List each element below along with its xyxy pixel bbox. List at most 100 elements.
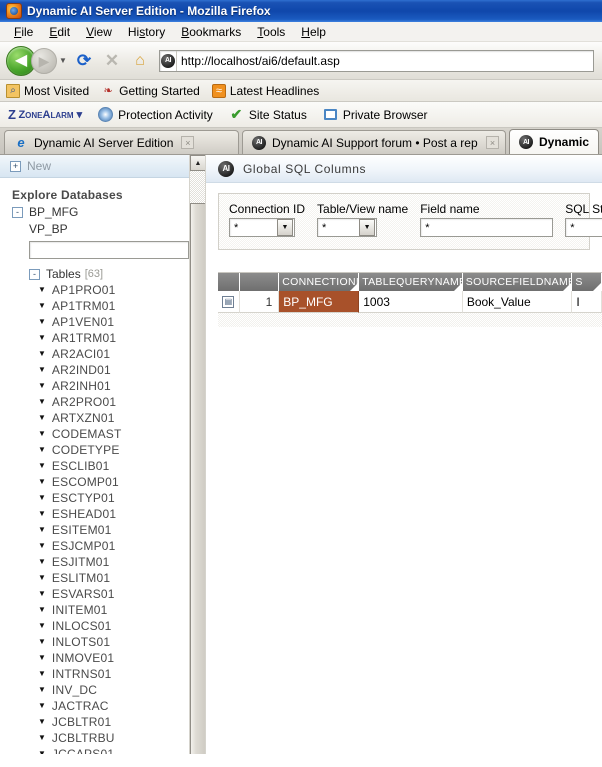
- table-view-name-select[interactable]: * ▼: [317, 218, 378, 237]
- chevron-down-icon[interactable]: ▼: [38, 590, 46, 598]
- sidebar-new-bar[interactable]: + New: [0, 155, 205, 178]
- chevron-down-icon[interactable]: ▼: [38, 318, 46, 326]
- bookmark-getting-started[interactable]: ❧ Getting Started: [101, 84, 200, 98]
- chevron-down-icon[interactable]: ▼: [38, 542, 46, 550]
- sidebar-item-table[interactable]: ▼ ESCLIB01: [38, 458, 205, 474]
- sidebar-item-table[interactable]: ▼ INLOTS01: [38, 634, 205, 650]
- chevron-down-icon[interactable]: ▼: [38, 334, 46, 342]
- chevron-down-icon[interactable]: ▼: [38, 286, 46, 294]
- scroll-up-arrow-icon[interactable]: ▲: [190, 155, 205, 171]
- sidebar-item-table[interactable]: ▼ AP1VEN01: [38, 314, 205, 330]
- sidebar-item-table[interactable]: ▼ JCBLTRBU: [38, 730, 205, 746]
- sidebar-item-table[interactable]: ▼ INTRNS01: [38, 666, 205, 682]
- chevron-down-icon[interactable]: ▼: [38, 750, 46, 755]
- chevron-down-icon[interactable]: ▾: [77, 108, 83, 121]
- chevron-down-icon[interactable]: ▼: [38, 526, 46, 534]
- home-icon[interactable]: ⌂: [127, 48, 153, 74]
- sidebar-item-table[interactable]: ▼ ESLITM01: [38, 570, 205, 586]
- menu-item-tools[interactable]: Tools: [249, 23, 293, 41]
- zonealarm-logo[interactable]: Z ZoneAlarm ▾: [8, 107, 82, 122]
- sidebar-item-table[interactable]: ▼ ESHEAD01: [38, 506, 205, 522]
- row-detail-cell[interactable]: ▤: [218, 291, 240, 313]
- sidebar-scrollbar[interactable]: ▲: [189, 155, 205, 754]
- chevron-down-icon[interactable]: ▼: [38, 654, 46, 662]
- connection-id-select[interactable]: * ▼: [229, 218, 295, 237]
- sidebar-item-database[interactable]: - BP_MFG: [12, 205, 205, 219]
- sidebar-item-table[interactable]: ▼ AR2ACI01: [38, 346, 205, 362]
- chevron-down-icon[interactable]: ▼: [38, 494, 46, 502]
- sidebar-item-table[interactable]: ▼ AP1PRO01: [38, 282, 205, 298]
- close-icon[interactable]: ×: [486, 136, 499, 149]
- stop-icon[interactable]: ✕: [99, 48, 125, 74]
- sidebar-item-table[interactable]: ▼ ESCTYP01: [38, 490, 205, 506]
- chevron-down-icon[interactable]: ▼: [38, 382, 46, 390]
- grid-header-sourcefieldname[interactable]: SOURCEFIELDNAME: [462, 273, 573, 291]
- close-icon[interactable]: ×: [181, 136, 195, 149]
- table-row[interactable]: ▤ 1 BP_MFG 1003 Book_Value I: [218, 291, 602, 313]
- grid-header-tablequeryname[interactable]: TABLEQUERYNAME: [359, 273, 463, 291]
- menu-item-view[interactable]: View: [78, 23, 120, 41]
- reload-icon[interactable]: ⟳: [71, 48, 97, 74]
- chevron-down-icon[interactable]: ▼: [359, 219, 376, 236]
- chevron-down-icon[interactable]: ▼: [38, 462, 46, 470]
- browser-tab-3[interactable]: AI Dynamic AI: [509, 129, 599, 154]
- sql-status-input[interactable]: *: [565, 218, 602, 237]
- chevron-down-icon[interactable]: ▼: [38, 574, 46, 582]
- browser-tab-2[interactable]: AI Dynamic AI Support forum • Post a rep…: [242, 130, 506, 154]
- sidebar-item-table[interactable]: ▼ JACTRAC: [38, 698, 205, 714]
- sidebar-item-table[interactable]: ▼ ESCOMP01: [38, 474, 205, 490]
- chevron-down-icon[interactable]: ▼: [38, 702, 46, 710]
- row-detail-icon[interactable]: ▤: [222, 295, 235, 308]
- chevron-down-icon[interactable]: ▼: [38, 366, 46, 374]
- sidebar-item-table[interactable]: ▼ AR2PRO01: [38, 394, 205, 410]
- chevron-down-icon[interactable]: ▼: [38, 430, 46, 438]
- menu-item-edit[interactable]: Edit: [41, 23, 78, 41]
- minus-icon[interactable]: -: [12, 206, 23, 218]
- chevron-down-icon[interactable]: ▼: [38, 414, 46, 422]
- chevron-down-icon[interactable]: ▼: [57, 56, 69, 65]
- chevron-down-icon[interactable]: ▼: [38, 398, 46, 406]
- chevron-down-icon[interactable]: ▼: [38, 510, 46, 518]
- sidebar-item-table[interactable]: ▼ INV_DC: [38, 682, 205, 698]
- browser-tab-1[interactable]: e Dynamic AI Server Edition ×: [4, 130, 239, 154]
- field-name-input[interactable]: *: [420, 218, 554, 237]
- sidebar-item-tables[interactable]: - Tables [63]: [29, 267, 205, 281]
- zonealarm-protection-activity[interactable]: Protection Activity: [98, 107, 213, 122]
- sidebar-item-table[interactable]: ▼ AR2INH01: [38, 378, 205, 394]
- sidebar-item-table[interactable]: ▼ AP1TRM01: [38, 298, 205, 314]
- sidebar-item-table[interactable]: ▼ CODEMAST: [38, 426, 205, 442]
- plus-icon[interactable]: +: [10, 160, 21, 172]
- chevron-down-icon[interactable]: ▼: [38, 670, 46, 678]
- search-input[interactable]: [29, 241, 189, 259]
- sidebar-item-table[interactable]: ▼ ARTXZN01: [38, 410, 205, 426]
- sidebar-item-table[interactable]: ▼ ESVARS01: [38, 586, 205, 602]
- chevron-down-icon[interactable]: ▼: [38, 718, 46, 726]
- chevron-down-icon[interactable]: ▼: [38, 622, 46, 630]
- sidebar-item-table[interactable]: ▼ AR2IND01: [38, 362, 205, 378]
- cell-sqlstatus[interactable]: I: [572, 291, 602, 313]
- minus-icon[interactable]: -: [29, 268, 40, 280]
- forward-arrow-icon[interactable]: ▶: [31, 47, 57, 74]
- zonealarm-private-browser[interactable]: Private Browser: [323, 107, 428, 122]
- chevron-down-icon[interactable]: ▼: [38, 686, 46, 694]
- menu-item-history[interactable]: History: [120, 23, 173, 41]
- sidebar-item-table[interactable]: ▼ INITEM01: [38, 602, 205, 618]
- scrollbar-thumb[interactable]: [190, 203, 205, 754]
- chevron-down-icon[interactable]: ▼: [38, 558, 46, 566]
- cell-tablequeryname[interactable]: 1003: [359, 291, 463, 313]
- grid-header-connectionid[interactable]: CONNECTIONID: [279, 273, 360, 291]
- menu-item-bookmarks[interactable]: Bookmarks: [173, 23, 249, 41]
- url-text[interactable]: http://localhost/ai6/default.asp: [181, 54, 340, 68]
- menu-item-help[interactable]: Help: [293, 23, 334, 41]
- chevron-down-icon[interactable]: ▼: [38, 606, 46, 614]
- bookmark-latest-headlines[interactable]: ≈ Latest Headlines: [211, 83, 319, 98]
- chevron-down-icon[interactable]: ▼: [38, 638, 46, 646]
- chevron-down-icon[interactable]: ▼: [38, 446, 46, 454]
- chevron-down-icon[interactable]: ▼: [38, 302, 46, 310]
- sidebar-item-table[interactable]: ▼ AR1TRM01: [38, 330, 205, 346]
- sidebar-item-table[interactable]: ▼ ESITEM01: [38, 522, 205, 538]
- sidebar-item-schema[interactable]: VP_BP: [29, 222, 205, 236]
- cell-connectionid[interactable]: BP_MFG: [279, 291, 360, 313]
- menu-item-file[interactable]: File: [6, 23, 41, 41]
- sidebar-item-table[interactable]: ▼ INMOVE01: [38, 650, 205, 666]
